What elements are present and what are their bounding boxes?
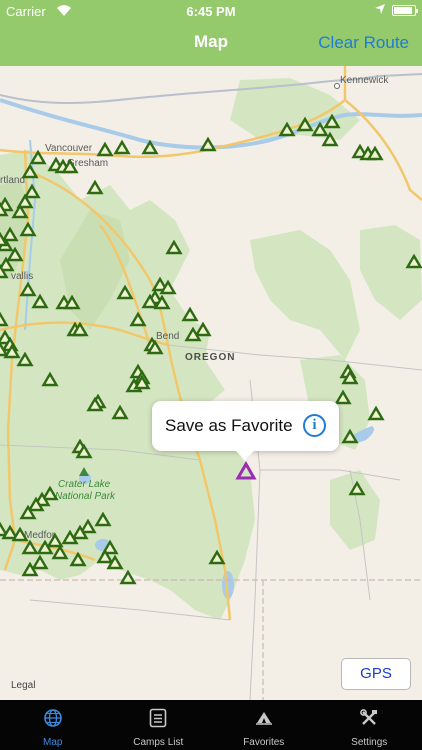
globe-icon [0,708,106,728]
map-label-corvallis: vallis [11,271,33,282]
gps-button[interactable]: GPS [341,658,411,690]
status-time: 6:45 PM [186,4,236,19]
info-icon[interactable]: i [303,414,326,437]
battery-icon [392,5,418,16]
map-label-portland: rtland [0,175,25,186]
tab-favorites-label: Favorites [243,737,285,748]
battery-level [394,7,412,14]
app-screen: Carrier 6:45 PM Map Clear Route Kennewic… [0,0,422,750]
tab-map[interactable]: Map [0,700,106,750]
tab-map-label: Map [43,737,63,748]
status-bar: Carrier 6:45 PM [0,0,422,22]
map-label-bend: Bend [156,331,179,342]
map-label-crater-lake-2: National Park [55,491,116,502]
map-view[interactable]: Kennewick Vancouver Gresham rtland valli… [0,66,422,700]
save-as-favorite-label[interactable]: Save as Favorite [165,416,293,436]
clear-route-button[interactable]: Clear Route [318,33,409,53]
camp-icon [211,708,317,728]
legal-link[interactable]: Legal [11,680,35,691]
location-arrow-icon [374,3,386,18]
tab-bar: Map Camps List Favorites Settings [0,700,422,750]
map-label-kennewick: Kennewick [340,75,389,86]
list-icon [106,708,212,728]
tab-camps-list-label: Camps List [133,737,184,748]
tab-settings-label: Settings [351,737,388,748]
favorite-callout[interactable]: Save as Favorite i [152,401,339,460]
navigation-bar: Carrier 6:45 PM Map Clear Route [0,0,422,66]
map-label-vancouver: Vancouver [45,143,93,154]
tools-icon [317,708,422,728]
tab-settings[interactable]: Settings [317,700,422,750]
map-label-crater-lake-1: Crater Lake [58,479,111,490]
tab-favorites[interactable]: Favorites [211,700,317,750]
map-label-oregon: OREGON [185,352,235,363]
map-canvas[interactable]: Kennewick Vancouver Gresham rtland valli… [0,66,422,700]
map-label-medford: Medfor [24,530,56,541]
tab-camps-list[interactable]: Camps List [106,700,212,750]
